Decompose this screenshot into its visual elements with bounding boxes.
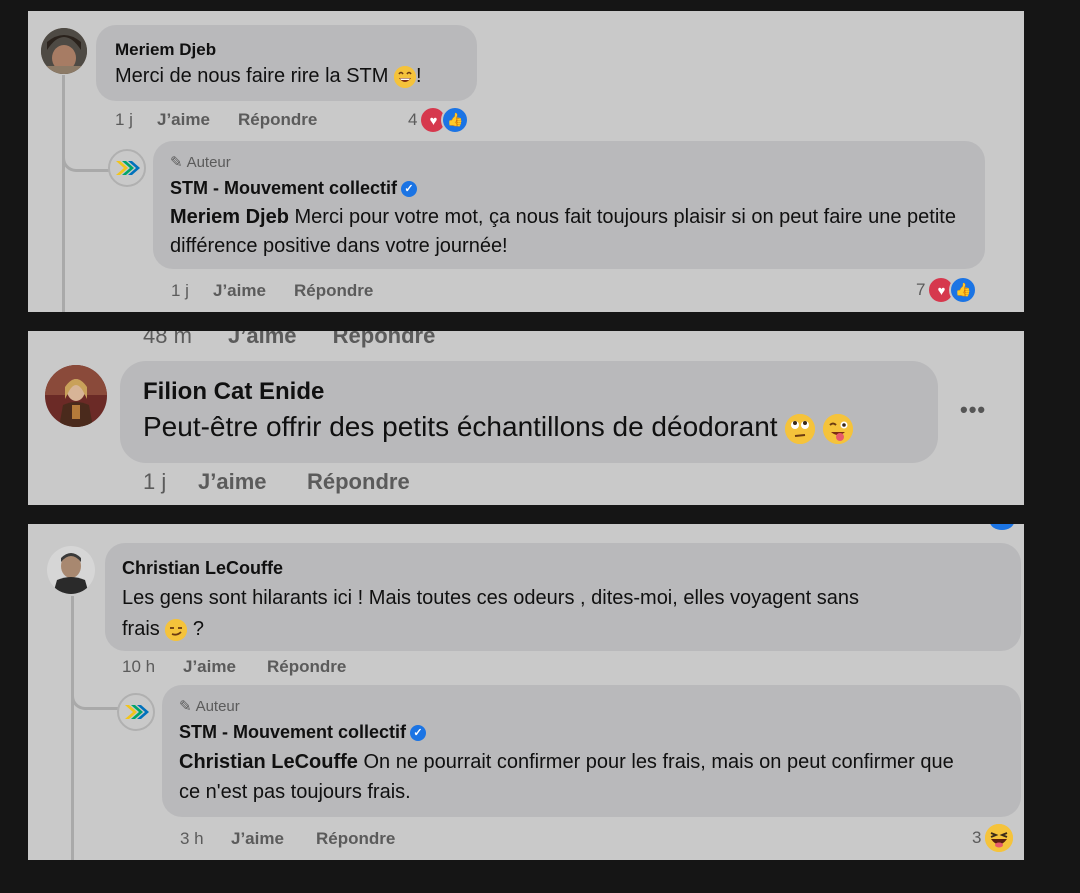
- reply-author[interactable]: STM - Mouvement collectif ✓: [170, 178, 418, 199]
- author-badge-label: Auteur: [186, 154, 231, 171]
- comment-bubble[interactable]: Christian LeCouffe Les gens sont hilaran…: [105, 543, 1021, 651]
- like-reaction-icon: 👍: [949, 276, 978, 304]
- thread-line: [62, 75, 65, 312]
- thread-line: [71, 596, 74, 860]
- like-reaction-icon: 👍: [441, 106, 470, 134]
- comment-thread-meriem: Meriem Djeb Merci de nous faire rire la …: [28, 11, 1024, 312]
- comment-author[interactable]: Meriem Djeb: [115, 40, 216, 60]
- comment-time[interactable]: 1 j: [115, 110, 133, 130]
- more-options-icon[interactable]: •••: [960, 397, 986, 423]
- reply-reaction-count: 7: [916, 280, 926, 299]
- comment-thread-christian: Christian LeCouffe Les gens sont hilaran…: [28, 524, 1024, 860]
- reply-author-name[interactable]: STM - Mouvement collectif: [179, 722, 406, 742]
- like-button[interactable]: J’aime: [183, 657, 236, 677]
- reply-button[interactable]: Répondre: [307, 469, 410, 495]
- reply-text: Christian LeCouffe On ne pourrait confir…: [179, 747, 959, 807]
- smirk-emoji-icon: [165, 618, 188, 641]
- pencil-icon: ✎: [179, 698, 192, 715]
- reply-reply-button[interactable]: Répondre: [316, 829, 395, 849]
- reply-author-name[interactable]: STM - Mouvement collectif: [170, 178, 397, 198]
- reply-connector: [62, 141, 109, 172]
- reply-reaction-count: 3: [972, 828, 982, 847]
- comment-text-end: !: [415, 65, 422, 87]
- reply-bubble[interactable]: ✎ Auteur STM - Mouvement collectif ✓ Chris…: [162, 685, 1021, 817]
- comment-time[interactable]: 10 h: [122, 657, 155, 677]
- stm-avatar[interactable]: [117, 693, 155, 731]
- verified-badge-icon: ✓: [410, 725, 427, 742]
- comment-time[interactable]: 1 j: [143, 469, 166, 495]
- previous-comment-meta: 48 m J’aime Répondre: [143, 331, 435, 349]
- reply-reaction-summary[interactable]: 7 ♥ 👍: [916, 276, 978, 304]
- winking-tongue-emoji-icon: [823, 413, 854, 444]
- reply-button[interactable]: Répondre: [238, 110, 317, 130]
- comment-text: Merci de nous faire rire la STM !: [115, 65, 422, 88]
- author-badge: ✎ Auteur: [179, 697, 240, 715]
- reply-time[interactable]: 1 j: [171, 281, 189, 301]
- reply-mention[interactable]: Meriem Djeb: [170, 206, 289, 228]
- reply-bubble[interactable]: ✎ Auteur STM - Mouvement collectif ✓ Merie…: [153, 141, 985, 269]
- reply-like-button[interactable]: J’aime: [213, 281, 266, 301]
- reply-reply-button[interactable]: Répondre: [294, 281, 373, 301]
- stm-logo-icon: [125, 705, 149, 719]
- avatar[interactable]: [47, 546, 95, 594]
- comment-thread-filion: 48 m J’aime Répondre Filion Cat Enide Pe…: [28, 331, 1024, 505]
- comment-bubble[interactable]: Filion Cat Enide Peut-être offrir des pe…: [120, 361, 938, 463]
- comment-text: Peut-être offrir des petits échantillons…: [143, 411, 854, 444]
- comment-text-body: Merci de nous faire rire la STM: [115, 65, 389, 87]
- author-badge-label: Auteur: [195, 698, 240, 715]
- like-button[interactable]: J’aime: [157, 110, 210, 130]
- reaction-count: 4: [408, 110, 418, 129]
- avatar-photo: [41, 28, 87, 74]
- previous-time: 48 m: [143, 331, 192, 348]
- stm-logo-icon: [116, 161, 140, 175]
- eye-roll-emoji-icon: [785, 413, 816, 444]
- grinning-emoji-icon: [393, 65, 416, 88]
- avatar[interactable]: [45, 365, 107, 427]
- comment-text-line1: Les gens sont hilarants ici ! Mais toute…: [122, 587, 860, 609]
- reaction-summary[interactable]: 4 ♥ 👍: [408, 106, 470, 134]
- comment-author[interactable]: Christian LeCouffe: [122, 558, 283, 579]
- author-badge: ✎ Auteur: [170, 153, 231, 171]
- pencil-icon: ✎: [170, 154, 183, 171]
- reply-author[interactable]: STM - Mouvement collectif ✓: [179, 722, 427, 743]
- previous-like: J’aime: [228, 331, 297, 348]
- previous-reply: Répondre: [332, 331, 436, 348]
- reply-text: Meriem Djeb Merci pour votre mot, ça nou…: [170, 203, 970, 261]
- stm-avatar[interactable]: [108, 149, 146, 187]
- like-reaction-icon: [990, 524, 1014, 530]
- comment-bubble[interactable]: Meriem Djeb Merci de nous faire rire la …: [96, 25, 477, 101]
- reply-button[interactable]: Répondre: [267, 657, 346, 677]
- reply-like-button[interactable]: J’aime: [231, 829, 284, 849]
- comment-author[interactable]: Filion Cat Enide: [143, 378, 324, 406]
- reply-time[interactable]: 3 h: [180, 829, 204, 849]
- comment-text-body: Peut-être offrir des petits échantillons…: [143, 411, 778, 442]
- comment-text-line2: frais ?: [122, 614, 1012, 645]
- comment-text: Les gens sont hilarants ici ! Mais toute…: [122, 583, 1012, 645]
- comment-text-frais: frais: [122, 618, 160, 640]
- haha-reaction-icon: [983, 822, 1016, 854]
- like-button[interactable]: J’aime: [198, 469, 267, 495]
- reply-connector: [71, 679, 118, 710]
- avatar[interactable]: [41, 28, 87, 74]
- comment-text-end: ?: [192, 618, 205, 640]
- verified-badge-icon: ✓: [401, 181, 418, 198]
- avatar-photo: [45, 365, 107, 427]
- avatar-photo: [47, 546, 95, 594]
- reply-mention[interactable]: Christian LeCouffe: [179, 751, 358, 773]
- reply-reaction-summary[interactable]: 3: [972, 822, 1016, 854]
